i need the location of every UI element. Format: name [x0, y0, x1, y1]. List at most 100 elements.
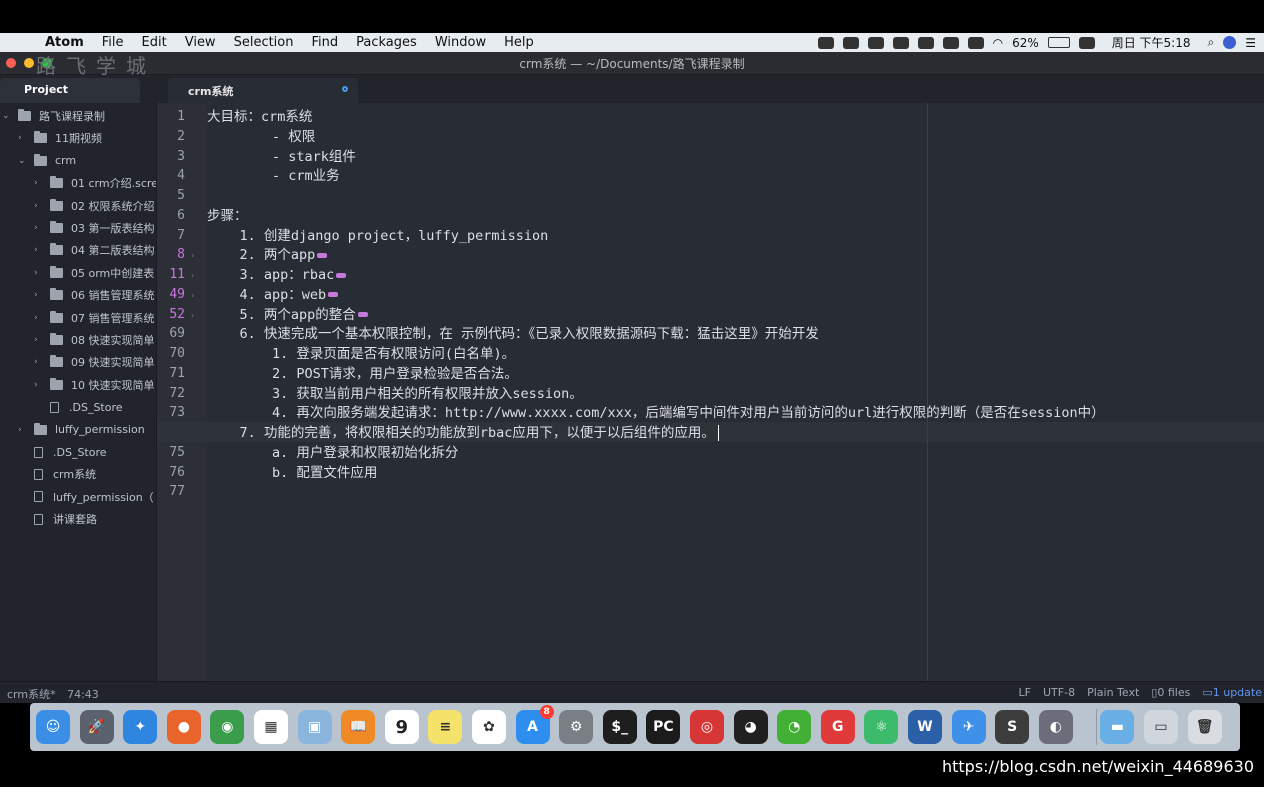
tree-item[interactable]: › 07 销售管理系统 [34, 308, 155, 328]
folded-region-marker[interactable] [357, 312, 368, 317]
spotlight-icon[interactable]: ⌕ [1208, 35, 1215, 50]
tree-item[interactable]: › 10 快速实现简单 [34, 375, 155, 395]
menu-window[interactable]: Window [426, 35, 495, 50]
tree-item[interactable]: ⌄ 路飞课程录制 [2, 106, 105, 126]
fold-toggle-icon[interactable]: › [191, 251, 194, 260]
calendar-icon[interactable]: 9 [384, 710, 419, 744]
safari-icon[interactable]: ✦ [123, 710, 158, 744]
menu-file[interactable]: File [93, 35, 133, 50]
tab-crm-file[interactable]: crm系统 [168, 78, 358, 103]
sogou-tray-icon[interactable] [892, 36, 909, 49]
tab-project[interactable]: Project [0, 78, 140, 103]
code-line[interactable]: b. 配置文件应用 [207, 463, 377, 483]
code-line[interactable]: - 权限 [207, 127, 315, 147]
tree-item[interactable]: crm系统 [18, 464, 96, 484]
wechat-tray-icon[interactable] [917, 36, 934, 49]
notification-center-icon[interactable]: ☰ [1245, 36, 1256, 50]
grammar-selector[interactable]: Plain Text [1087, 686, 1139, 699]
wifi-icon[interactable]: ◠ [993, 36, 1003, 50]
code-line[interactable]: a. 用户登录和权限初始化拆分 [207, 443, 458, 463]
folded-region-marker[interactable] [317, 252, 328, 258]
tree-item[interactable]: .DS_Store [34, 397, 123, 417]
menu-packages[interactable]: Packages [347, 35, 426, 50]
tree-item[interactable]: › 03 第一版表结构 [34, 218, 155, 238]
tree-item[interactable]: › 05 orm中创建表 [34, 263, 154, 283]
file-encoding[interactable]: UTF-8 [1043, 686, 1075, 699]
code-line[interactable]: - crm业务 [207, 166, 340, 186]
status-file-name[interactable]: crm系统* [7, 688, 56, 701]
word-icon[interactable]: W [908, 710, 942, 744]
menu-app-name[interactable]: Atom [36, 35, 93, 50]
tree-item[interactable]: › 02 权限系统介绍 [34, 196, 155, 216]
fold-toggle-icon[interactable]: › [191, 311, 194, 320]
sublime-icon[interactable]: S [995, 710, 1030, 744]
code-line[interactable]: 1. 创建django project，luffy_permission [207, 226, 549, 246]
chevron-right-icon[interactable]: › [34, 290, 44, 300]
app-store-icon[interactable]: A8 [515, 705, 554, 744]
netease-music-icon[interactable]: ◎ [690, 710, 724, 744]
qq-tray-icon[interactable] [867, 36, 884, 49]
code-line[interactable]: 步骤： [207, 206, 248, 226]
cursor-position[interactable]: 74:43 [67, 688, 99, 701]
sogou-icon[interactable]: G [820, 710, 855, 744]
fold-toggle-icon[interactable]: › [191, 291, 194, 300]
chevron-right-icon[interactable]: › [34, 380, 44, 390]
terminal-icon[interactable]: $_ [602, 710, 637, 744]
folder-icon[interactable]: ▬ [1100, 710, 1135, 744]
books-icon[interactable]: 📖 [341, 710, 376, 744]
chevron-right-icon[interactable]: › [34, 178, 44, 188]
chevron-right-icon[interactable]: › [34, 223, 44, 233]
tree-item[interactable]: › 01 crm介绍.scre [34, 173, 156, 193]
wechat-icon[interactable]: ◔ [777, 710, 812, 744]
code-line[interactable]: 2. POST请求，用户登录检验是否合法。 [207, 364, 518, 384]
code-line[interactable]: 3. app：rbac [207, 265, 347, 285]
tree-item[interactable]: .DS_Store [18, 442, 107, 462]
git-status[interactable]: ▯0 files [1151, 686, 1190, 699]
tree-item[interactable]: › 06 销售管理系统 [34, 285, 155, 305]
code-line[interactable]: 1. 登录页面是否有权限访问(白名单)。 [207, 344, 515, 364]
chevron-right-icon[interactable]: › [34, 335, 44, 345]
code-line[interactable]: 4. app：web [207, 285, 339, 305]
microphone-icon[interactable] [942, 36, 959, 49]
screen-record-icon[interactable] [817, 36, 834, 49]
feishu-icon[interactable]: ✈ [951, 710, 986, 744]
finder-icon[interactable]: ☺ [36, 710, 70, 744]
qq-icon[interactable]: ◕ [733, 710, 768, 744]
chevron-right-icon[interactable]: › [34, 201, 44, 211]
code-line[interactable]: 大目标：crm系统 [207, 107, 312, 127]
code-line[interactable]: 5. 两个app的整合 [207, 305, 368, 325]
firefox-icon[interactable]: ● [166, 710, 201, 744]
downloads-icon[interactable]: ▭ [1144, 710, 1178, 744]
battery-icon[interactable] [1047, 37, 1070, 48]
input-method-icon[interactable] [967, 36, 984, 49]
code-line[interactable]: 3. 获取当前用户相关的所有权限并放入session。 [207, 384, 583, 404]
menu-selection[interactable]: Selection [225, 35, 303, 50]
package-updates[interactable]: ▭1 update [1202, 686, 1262, 699]
chevron-down-icon[interactable]: ⌄ [18, 156, 28, 166]
menu-edit[interactable]: Edit [133, 35, 176, 50]
app-grid-icon[interactable]: ▦ [254, 710, 288, 744]
menu-view[interactable]: View [176, 35, 225, 50]
chevron-right-icon[interactable]: › [34, 357, 44, 367]
tree-item[interactable]: ⌄ crm [18, 151, 76, 171]
feishu-tray-icon[interactable] [842, 36, 859, 49]
code-line[interactable]: 2. 两个app [207, 245, 328, 265]
code-line[interactable]: - stark组件 [207, 147, 356, 167]
modified-indicator-icon[interactable] [342, 86, 348, 92]
menu-find[interactable]: Find [303, 35, 348, 50]
system-preferences-icon[interactable]: ⚙ [559, 710, 594, 744]
menu-clock[interactable]: 周日 下午5:18 [1112, 34, 1191, 51]
tree-item[interactable]: › luffy_permission [18, 420, 145, 440]
fold-toggle-icon[interactable]: › [191, 271, 194, 280]
folded-region-marker[interactable] [336, 272, 347, 278]
code-line[interactable]: 4. 再次向服务端发起请求：http://www.xxxx.com/xxx，后端… [207, 403, 1105, 423]
code-line[interactable]: 6. 快速完成一个基本权限控制，在 示例代码：《已录入权限数据源码下载：猛击这里… [207, 324, 819, 344]
tree-item[interactable]: › 09 快速实现简单 [34, 352, 155, 372]
tree-item[interactable]: 讲课套路 [18, 509, 97, 529]
line-ending[interactable]: LF [1019, 686, 1031, 699]
code-line[interactable]: 7. 功能的完善，将权限相关的功能放到rbac应用下，以便于以后组件的应用。 [207, 423, 719, 443]
chevron-right-icon[interactable]: › [18, 133, 28, 143]
tree-item[interactable]: luffy_permission（ [18, 487, 154, 507]
sync-icon[interactable] [1078, 36, 1095, 49]
launchpad-icon[interactable]: 🚀 [79, 710, 114, 744]
